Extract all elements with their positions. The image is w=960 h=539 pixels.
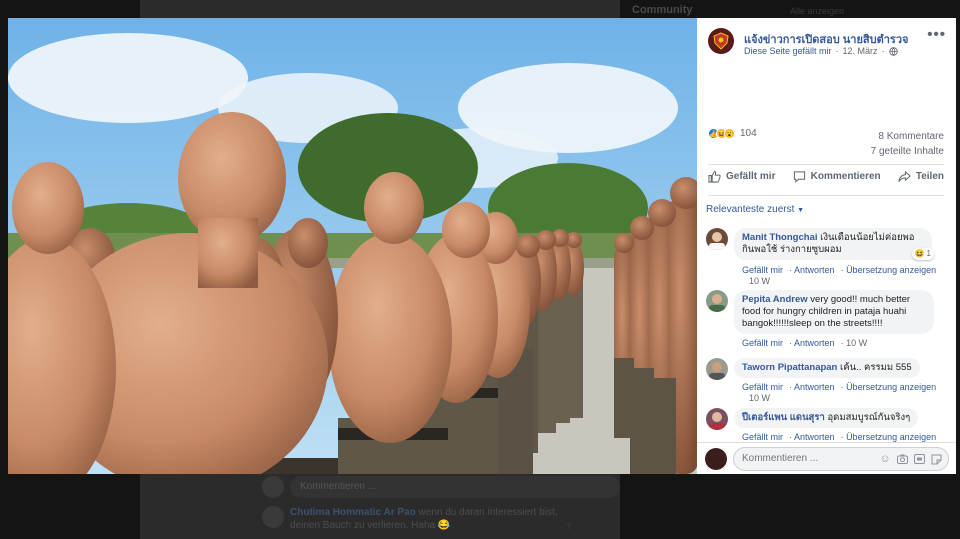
comment-input[interactable] <box>734 448 854 469</box>
background-comment-name: Chutima Hommatic Ar Pao <box>290 507 416 518</box>
share-arrow-icon <box>898 170 911 182</box>
shares-count-link[interactable]: 7 geteilte Inhalte <box>871 144 944 159</box>
divider <box>708 195 944 196</box>
background-comment-input: Kommentieren ... <box>290 476 620 498</box>
comment-bubble-icon <box>793 171 805 183</box>
page-avatar[interactable] <box>708 28 734 54</box>
haha-reaction-icon: 😆 <box>914 249 925 258</box>
comment-text: เค้น.. ครรมม 555 <box>840 362 912 373</box>
globe-icon <box>888 46 898 56</box>
comment-reply-link[interactable]: Antworten <box>794 265 835 275</box>
comment-composer: ☺ <box>697 442 956 474</box>
share-button-label: Teilen <box>915 171 944 182</box>
like-button-label: Gefällt mir <box>726 171 776 182</box>
background-community-title: Community <box>632 4 693 16</box>
comment-like-link[interactable]: Gefällt mir <box>742 338 783 348</box>
reactions-summary[interactable]: 👍 😆 😮 104 <box>708 128 757 139</box>
comment-translate-link[interactable]: Übersetzung anzeigen <box>846 432 936 442</box>
post-counts: 8 Kommentare 7 geteilte Inhalte <box>871 129 944 159</box>
comment-bubble: Pepita Andrew very good!! much better fo… <box>734 290 934 334</box>
comment-avatar[interactable] <box>706 290 728 312</box>
sort-label: Relevanteste zuerst <box>706 204 795 215</box>
comments-count-link[interactable]: 8 Kommentare <box>871 129 944 144</box>
background-avatar <box>262 476 284 498</box>
more-options-icon[interactable]: ••• <box>927 26 946 43</box>
comment-button-label: Kommentieren <box>810 171 881 182</box>
composer-icons: ☺ <box>879 453 942 465</box>
post-photo[interactable] <box>8 18 697 474</box>
comment-like-link[interactable]: Gefällt mir <box>742 432 783 442</box>
comment-button[interactable]: Kommentieren <box>793 170 881 183</box>
post-subtitle: Diese Seite gefällt mir · 12. März · <box>744 46 898 56</box>
gif-icon[interactable] <box>913 453 925 465</box>
post-actions: Gefällt mir Kommentieren Teilen <box>708 170 944 183</box>
comment-input-box[interactable]: ☺ <box>733 447 949 471</box>
share-button[interactable]: Teilen <box>898 170 944 183</box>
thumbs-up-icon <box>708 170 721 183</box>
comment-reply-link[interactable]: Antworten <box>794 382 835 392</box>
page-crest-icon <box>713 32 729 50</box>
comment-author[interactable]: Taworn Pipattanapan <box>742 362 837 373</box>
comment-text: อุดมสมบูรณ์กันจริงๆ <box>827 412 911 423</box>
comment-author[interactable]: Manit Thongchai <box>742 232 817 243</box>
comment-actions: Gefällt mir · Antworten · Übersetzung anze… <box>742 432 937 442</box>
comment-avatar[interactable] <box>706 358 728 380</box>
caret-down-icon: ▼ <box>797 207 805 214</box>
photo-image <box>8 18 697 474</box>
wow-reaction-icon: 😮 <box>724 128 735 139</box>
comment-time[interactable]: 10 W <box>846 338 867 348</box>
comment-translate-link[interactable]: Übersetzung anzeigen <box>846 382 936 392</box>
post-details-panel: แจ้งข่าวการเปิดสอบ นายสิบตำรวจ Diese Sei… <box>697 18 956 474</box>
comment-like-link[interactable]: Gefällt mir <box>742 265 783 275</box>
comment-bubble: Taworn Pipattanapan เค้น.. ครรมม 555 <box>734 358 920 378</box>
background-see-all-link: Alle anzeigen <box>790 6 845 16</box>
reaction-count: 104 <box>740 128 757 139</box>
comment-reply-link[interactable]: Antworten <box>794 338 835 348</box>
background-comment: Chutima Hommatic Ar Pao wenn du daran in… <box>262 506 571 532</box>
comment-actions: Gefällt mir · Antworten · Übersetzung anze… <box>742 382 937 392</box>
current-user-avatar <box>705 448 727 470</box>
comment-actions: Gefällt mir · Antworten · Übersetzung anze… <box>742 265 937 275</box>
divider <box>708 164 944 165</box>
post-date[interactable]: 12. März <box>843 46 878 56</box>
like-button[interactable]: Gefällt mir <box>708 170 775 183</box>
comment-bubble: ปีเตอร์แพน แดนสุรา อุดมสมบูรณ์กันจริงๆ <box>734 408 919 428</box>
comment-avatar[interactable] <box>706 408 728 430</box>
comment-translate-link[interactable]: Übersetzung anzeigen <box>846 265 936 275</box>
comment-actions: Gefällt mir · Antworten · 10 W <box>742 338 868 348</box>
comment-like-link[interactable]: Gefällt mir <box>742 382 783 392</box>
comment-author[interactable]: ปีเตอร์แพน แดนสุรา <box>742 412 825 423</box>
comment-reaction-badge[interactable]: 😆 1 <box>911 248 934 260</box>
background-composer: Kommentieren ... <box>262 476 620 498</box>
page-liked-label[interactable]: Diese Seite gefällt mir <box>744 46 832 56</box>
comment-author[interactable]: Pepita Andrew <box>742 294 808 305</box>
camera-icon[interactable] <box>896 453 908 465</box>
comment-time[interactable]: 10 W <box>749 276 770 286</box>
comment-avatar[interactable] <box>706 228 728 250</box>
comment-bubble: Manit Thongchai เงินเดือนน้อยไม่ค่อยพอกิ… <box>734 228 934 260</box>
emoji-icon[interactable]: ☺ <box>879 453 891 465</box>
background-comment-reactions: 7 <box>566 522 572 532</box>
comment-reply-link[interactable]: Antworten <box>794 432 835 442</box>
comment-sort-dropdown[interactable]: Relevanteste zuerst ▼ <box>706 204 804 215</box>
comment-time[interactable]: 10 W <box>749 393 770 403</box>
sticker-icon[interactable] <box>930 453 942 465</box>
comment-reaction-count: 1 <box>926 249 931 258</box>
background-comment-avatar <box>262 506 284 528</box>
